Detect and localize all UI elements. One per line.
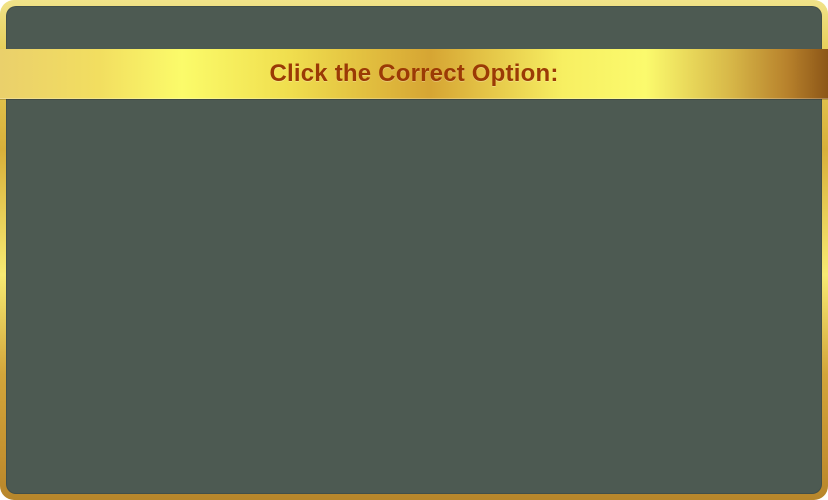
title-ribbon: Click the Correct Option: [0, 49, 828, 99]
question-prompt: Click the Correct Option: [269, 60, 559, 87]
